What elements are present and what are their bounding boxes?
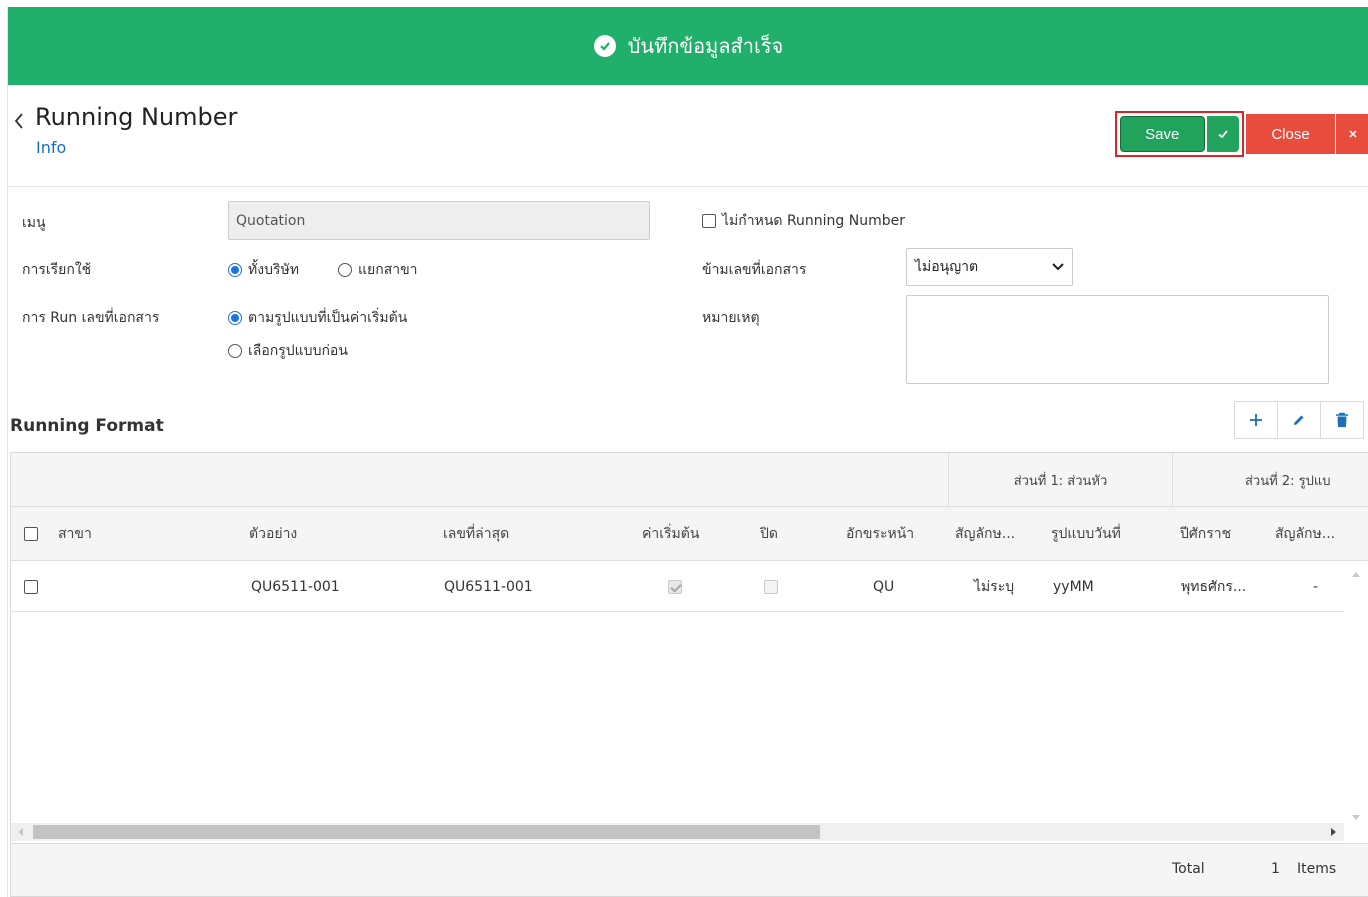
check-circle-icon xyxy=(593,35,616,57)
page-subtitle[interactable]: Info xyxy=(36,138,66,157)
skip-doc-label: ข้ามเลขที่เอกสาร xyxy=(702,262,807,278)
select-all-checkbox-cell[interactable] xyxy=(24,507,38,561)
column-symbol2[interactable]: สัญลักษ... xyxy=(1275,507,1335,561)
menu-field: Quotation xyxy=(228,201,650,240)
column-branch[interactable]: สาขา xyxy=(58,507,92,561)
save-check-button[interactable] xyxy=(1206,116,1239,152)
chevron-left-icon[interactable] xyxy=(12,111,26,131)
no-running-number-checkbox[interactable] xyxy=(702,214,716,228)
cell-prefix: QU xyxy=(873,578,895,595)
vertical-scrollbar[interactable] xyxy=(1344,561,1368,832)
no-running-number-option[interactable]: ไม่กำหนด Running Number xyxy=(702,210,905,232)
note-textarea[interactable] xyxy=(906,295,1329,384)
edit-button[interactable] xyxy=(1277,401,1321,439)
menu-label: เมนู xyxy=(22,215,46,231)
running-format-grid: ส่วนที่ 1: ส่วนหัว ส่วนที่ 2: รูปแบ สาขา… xyxy=(10,452,1368,897)
column-latest[interactable]: เลขที่ล่าสุด xyxy=(443,507,509,561)
run-radio-choose[interactable]: เลือกรูปแบบก่อน xyxy=(228,340,348,362)
cell-symbol2: - xyxy=(1313,578,1319,595)
note-label: หมายเหตุ xyxy=(702,310,760,326)
run-radio-default[interactable]: ตามรูปแบบที่เป็นค่าเริ่มต้น xyxy=(228,307,407,329)
radio-icon[interactable] xyxy=(228,344,242,358)
group-header-part1: ส่วนที่ 1: ส่วนหัว xyxy=(948,453,1172,507)
page-header: Running Number Info Save Close xyxy=(8,85,1368,187)
row-checkbox-cell[interactable] xyxy=(24,561,38,612)
skip-doc-value: ไม่อนุญาต xyxy=(915,259,979,275)
horizontal-scroll-thumb[interactable] xyxy=(33,825,820,839)
cell-era: พุทธศักร... xyxy=(1181,578,1247,595)
delete-button[interactable] xyxy=(1320,401,1364,439)
usage-radio-branch[interactable]: แยกสาขา xyxy=(338,259,418,281)
radio-selected-icon[interactable] xyxy=(228,311,242,325)
row-checkbox[interactable] xyxy=(24,579,38,594)
cell-default xyxy=(668,561,682,612)
grid-footer: Total 1 Items xyxy=(11,843,1368,896)
close-x-button[interactable] xyxy=(1336,114,1368,154)
trash-icon xyxy=(1336,412,1348,427)
pencil-icon xyxy=(1294,415,1304,425)
column-default[interactable]: ค่าเริ่มต้น xyxy=(642,507,699,561)
grid-column-header: สาขา ตัวอย่าง เลขที่ล่าสุด ค่าเริ่มต้น ป… xyxy=(11,507,1368,561)
column-example[interactable]: ตัวอย่าง xyxy=(249,507,297,561)
add-button[interactable] xyxy=(1234,401,1278,439)
column-symbol[interactable]: สัญลักษ... xyxy=(955,507,1015,561)
usage-radio-company[interactable]: ทั้งบริษัท xyxy=(228,259,299,281)
closed-checkbox xyxy=(764,579,778,594)
skip-doc-select[interactable]: ไม่อนุญาต xyxy=(906,248,1073,286)
column-era[interactable]: ปีศักราช xyxy=(1180,507,1231,561)
cell-closed xyxy=(764,561,778,612)
usage-label: การเรียกใช้ xyxy=(22,262,92,278)
total-count: 1 xyxy=(1271,861,1280,877)
page-title: Running Number xyxy=(35,103,238,131)
running-format-title: Running Format xyxy=(10,416,164,436)
select-all-checkbox[interactable] xyxy=(24,527,38,541)
plus-icon xyxy=(1250,414,1262,426)
group-header-part2: ส่วนที่ 2: รูปแบ xyxy=(1172,453,1368,507)
table-row[interactable]: QU6511-001 QU6511-001 QU ไม่ระบุ yyMM พุ… xyxy=(11,561,1344,612)
default-checkbox xyxy=(668,579,682,594)
column-prefix[interactable]: อักขระหน้า xyxy=(846,507,914,561)
save-button[interactable]: Save xyxy=(1120,116,1205,152)
cell-symbol: ไม่ระบุ xyxy=(974,578,1015,595)
save-button-group: Save xyxy=(1115,111,1244,157)
close-icon xyxy=(1348,130,1357,138)
success-toast: บันทึกข้อมูลสำเร็จ xyxy=(8,7,1368,85)
toast-message: บันทึกข้อมูลสำเร็จ xyxy=(627,34,784,58)
column-closed[interactable]: ปิด xyxy=(760,507,778,561)
total-label: Total xyxy=(1172,861,1205,877)
items-label: Items xyxy=(1297,861,1337,877)
cell-latest: QU6511-001 xyxy=(444,578,533,595)
cell-date-format: yyMM xyxy=(1053,578,1094,595)
running-number-page: บันทึกข้อมูลสำเร็จ Running Number Info S… xyxy=(7,7,1368,897)
cell-example: QU6511-001 xyxy=(251,578,340,595)
radio-selected-icon[interactable] xyxy=(228,263,242,277)
column-date-format[interactable]: รูปแบบวันที่ xyxy=(1051,507,1121,561)
menu-value: Quotation xyxy=(236,212,306,229)
horizontal-scrollbar[interactable] xyxy=(11,823,1344,841)
check-icon xyxy=(1218,130,1228,139)
close-button[interactable]: Close xyxy=(1246,114,1335,154)
radio-icon[interactable] xyxy=(338,263,352,277)
grid-toolbar xyxy=(1234,401,1364,439)
run-label: การ Run เลขที่เอกสาร xyxy=(22,310,160,326)
grid-group-header: ส่วนที่ 1: ส่วนหัว ส่วนที่ 2: รูปแบ xyxy=(11,453,1368,507)
chevron-down-icon xyxy=(1052,263,1064,271)
